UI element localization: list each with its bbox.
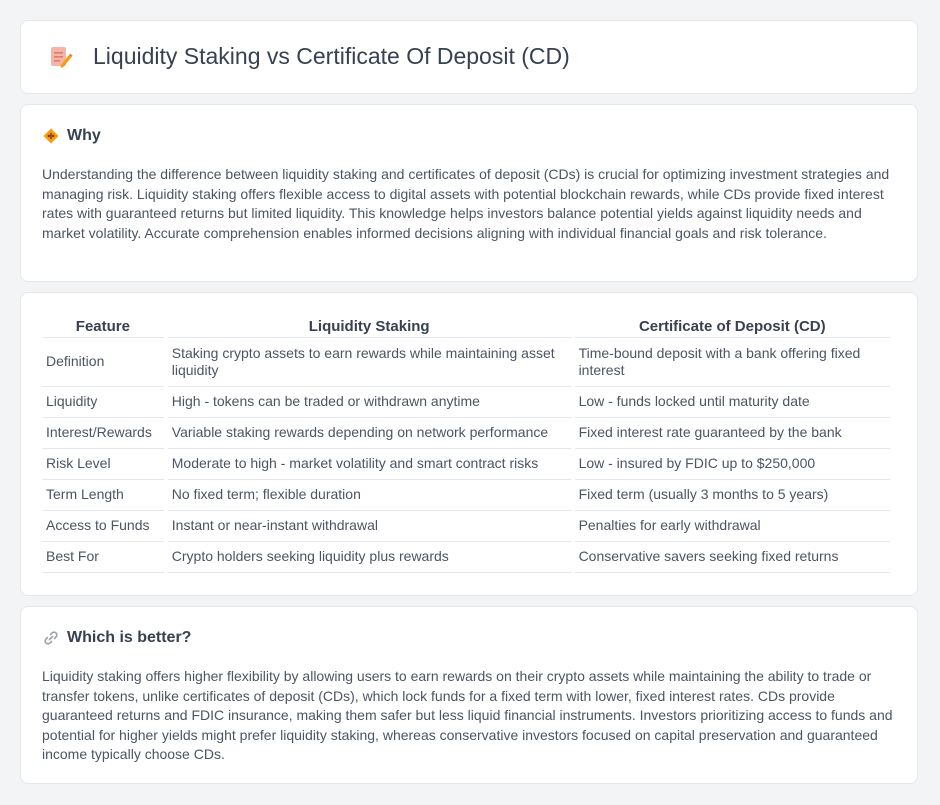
why-heading: Why [67,127,101,144]
table-header-row: Feature Liquidity Staking Certificate of… [42,315,890,338]
table-cell: Term Length [42,480,164,511]
table-cell: Liquidity [42,387,164,418]
page-title: Liquidity Staking vs Certificate Of Depo… [93,43,570,69]
table-cell: Fixed interest rate guaranteed by the ba… [574,418,890,449]
table-cell: Variable staking rewards depending on ne… [167,418,571,449]
comparison-card: Feature Liquidity Staking Certificate of… [20,292,918,596]
link-icon [44,631,58,645]
table-cell: Interest/Rewards [42,418,164,449]
table-cell: Moderate to high - market volatility and… [167,449,571,480]
table-row: Risk Level Moderate to high - market vol… [42,449,890,480]
which-better-card: Which is better? Liquidity staking offer… [20,606,918,784]
table-cell: No fixed term; flexible duration [167,480,571,511]
title-card: Liquidity Staking vs Certificate Of Depo… [20,20,918,94]
comparison-table: Feature Liquidity Staking Certificate of… [38,315,894,573]
table-cell: High - tokens can be traded or withdrawn… [167,387,571,418]
table-cell: Access to Funds [42,511,164,542]
table-cell: Penalties for early withdrawal [574,511,890,542]
table-row: Interest/Rewards Variable staking reward… [42,418,890,449]
diamond-warning-icon [43,128,59,144]
table-cell: Fixed term (usually 3 months to 5 years) [574,480,890,511]
column-header-liquidity-staking: Liquidity Staking [167,315,571,338]
document-pencil-icon [51,46,73,68]
better-heading-row: Which is better? [43,629,191,647]
table-cell: Conservative savers seeking fixed return… [574,542,890,573]
table-cell: Best For [42,542,164,573]
table-cell: Time-bound deposit with a bank offering … [574,338,890,387]
table-cell: Crypto holders seeking liquidity plus re… [167,542,571,573]
why-card: Why Understanding the difference between… [20,104,918,282]
table-cell: Low - insured by FDIC up to $250,000 [574,449,890,480]
title-row: Liquidity Staking vs Certificate Of Depo… [47,43,570,70]
column-header-cd: Certificate of Deposit (CD) [574,315,890,338]
table-cell: Instant or near-instant withdrawal [167,511,571,542]
table-cell: Low - funds locked until maturity date [574,387,890,418]
better-heading: Which is better? [67,629,192,646]
column-header-feature: Feature [42,315,164,338]
better-body: Liquidity staking offers higher flexibil… [42,668,893,762]
table-row: Access to Funds Instant or near-instant … [42,511,890,542]
table-cell: Risk Level [42,449,164,480]
table-row: Definition Staking crypto assets to earn… [42,338,890,387]
table-cell: Definition [42,338,164,387]
table-row: Term Length No fixed term; flexible dura… [42,480,890,511]
table-row: Liquidity High - tokens can be traded or… [42,387,890,418]
table-cell: Staking crypto assets to earn rewards wh… [167,338,571,387]
table-row: Best For Crypto holders seeking liquidit… [42,542,890,573]
why-heading-row: Why [43,127,101,145]
why-body: Understanding the difference between liq… [42,166,890,241]
